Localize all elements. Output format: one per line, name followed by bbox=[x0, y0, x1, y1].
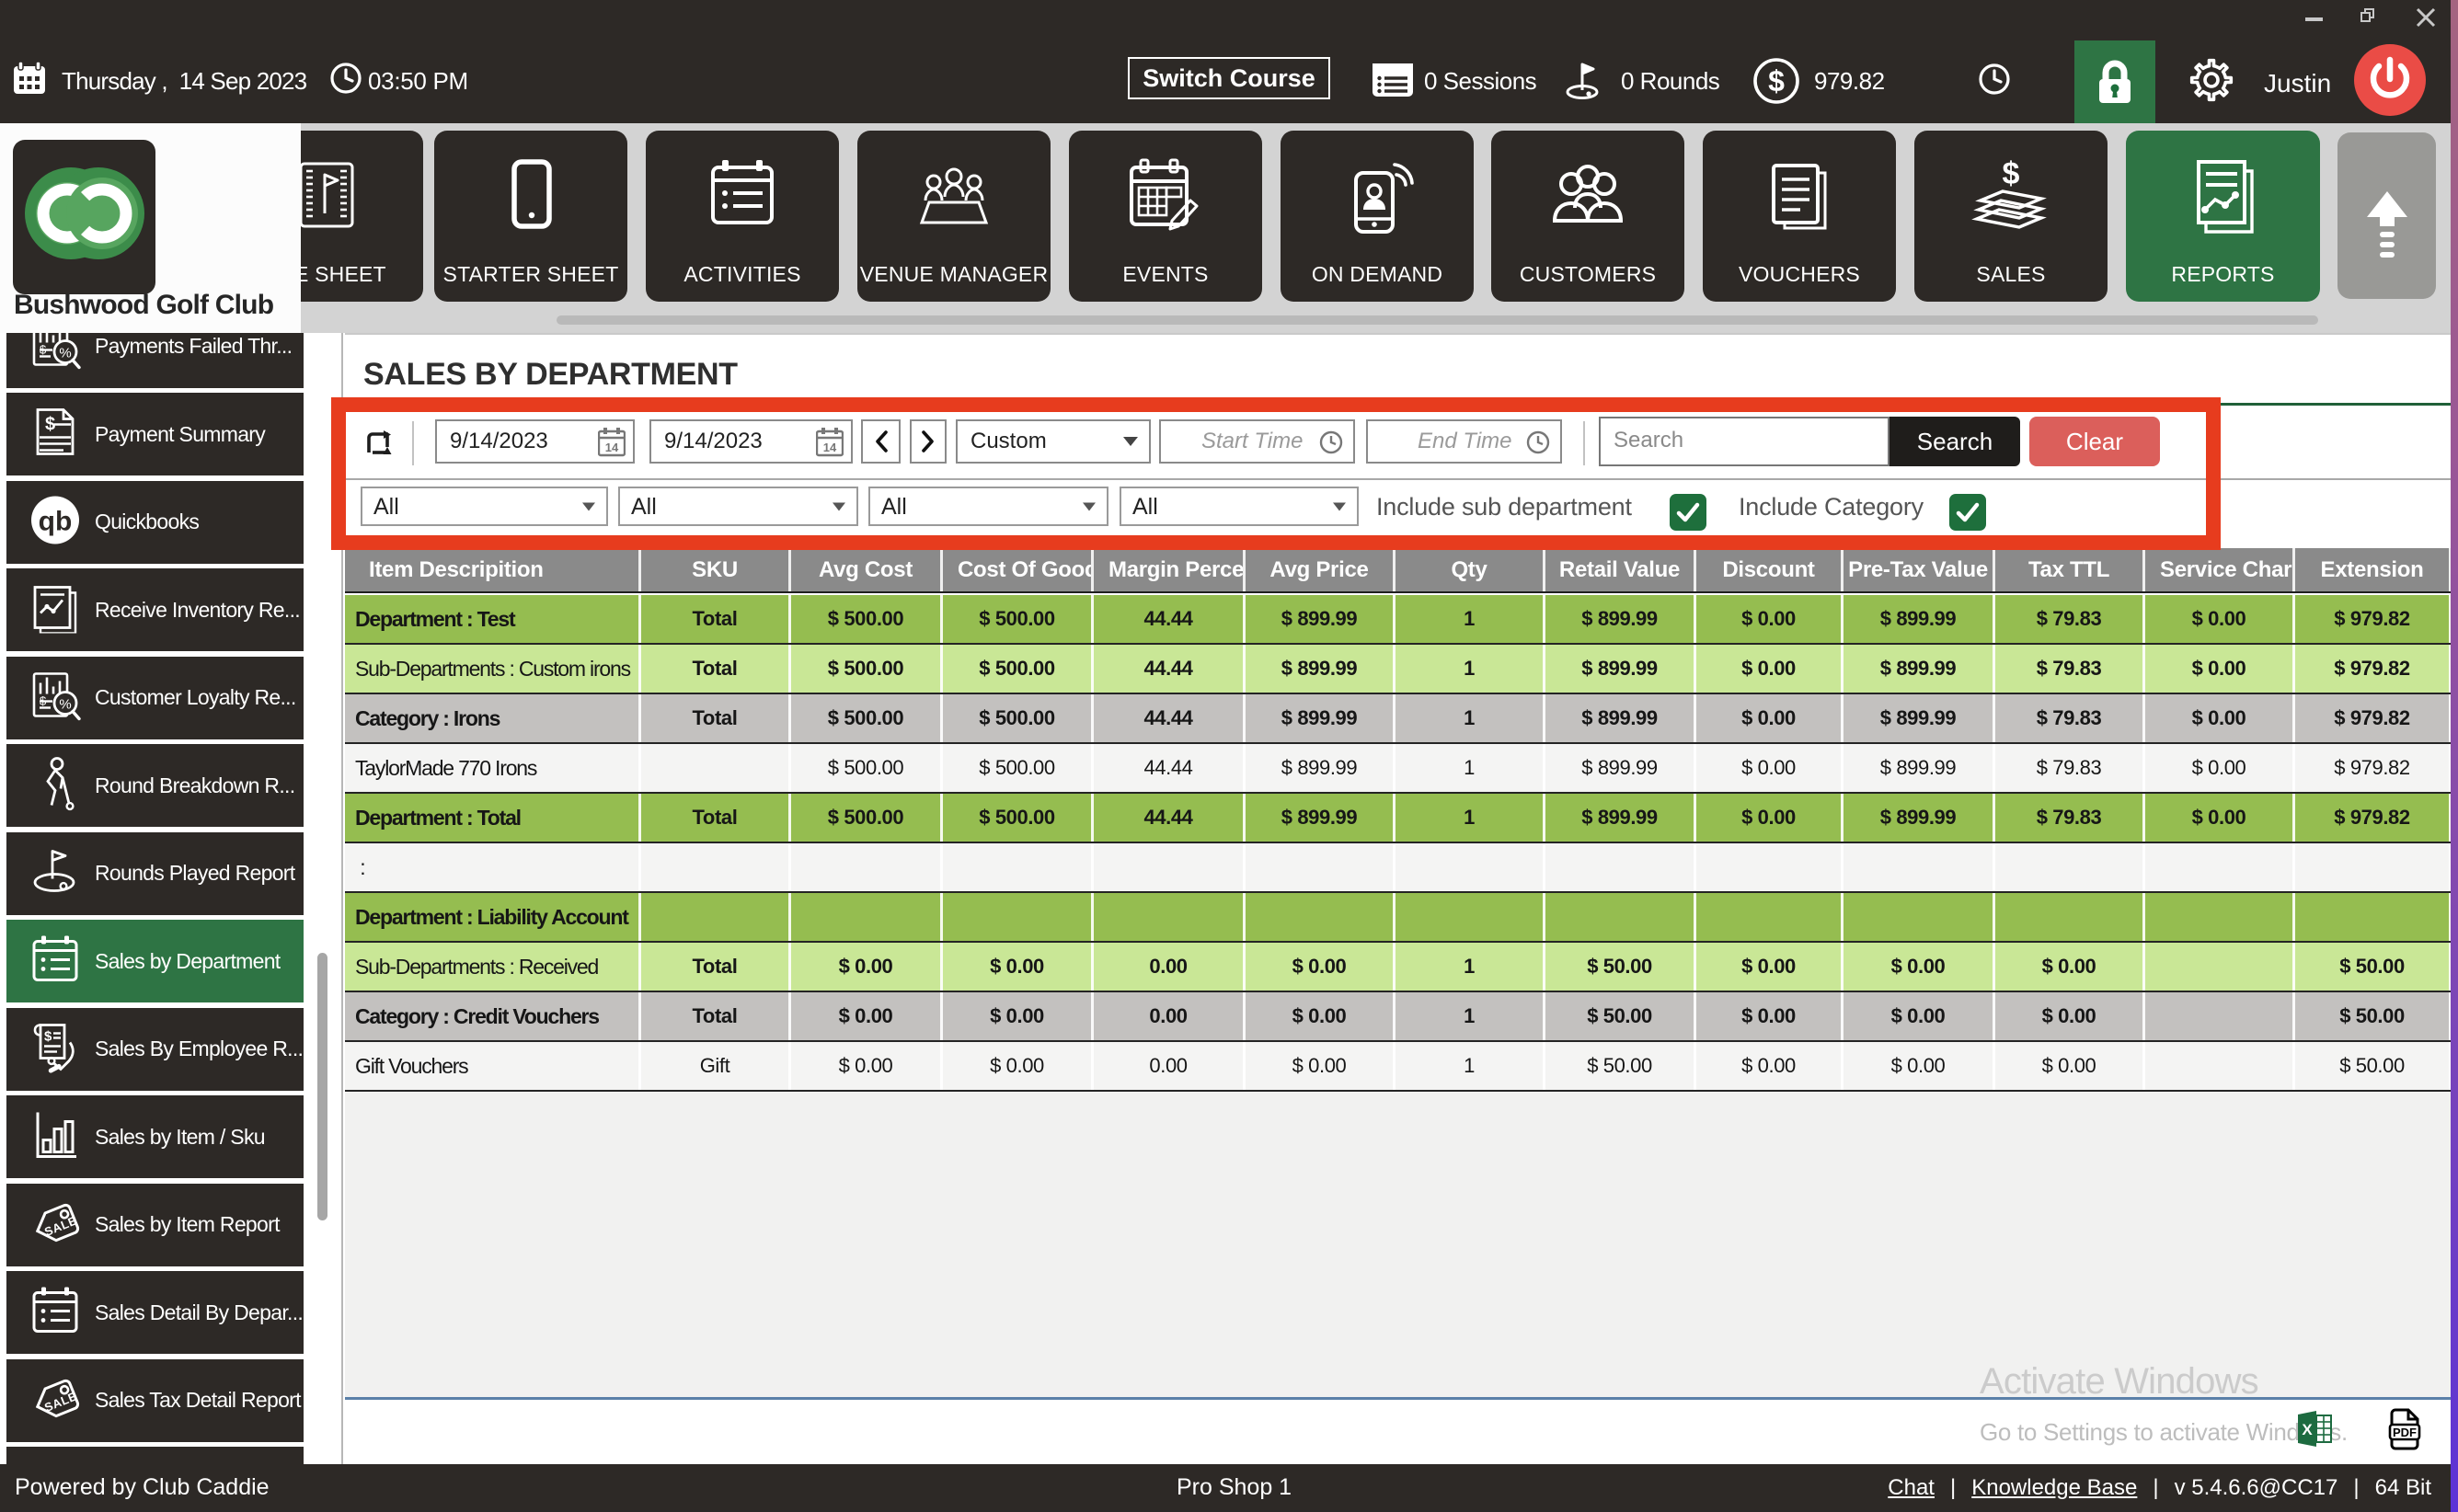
svg-text:$: $ bbox=[40, 342, 47, 356]
svg-text:$: $ bbox=[45, 415, 55, 435]
svg-text:$: $ bbox=[44, 1028, 52, 1044]
svg-text:$: $ bbox=[2003, 156, 2020, 191]
svg-text:X: X bbox=[2302, 1421, 2313, 1438]
svg-text:$: $ bbox=[40, 693, 47, 707]
svg-text:$: $ bbox=[1768, 64, 1785, 97]
svg-text:PDF: PDF bbox=[2393, 1426, 2417, 1439]
svg-text:%: % bbox=[59, 345, 71, 361]
svg-text:qb: qb bbox=[39, 506, 73, 536]
svg-text:%: % bbox=[59, 696, 71, 712]
